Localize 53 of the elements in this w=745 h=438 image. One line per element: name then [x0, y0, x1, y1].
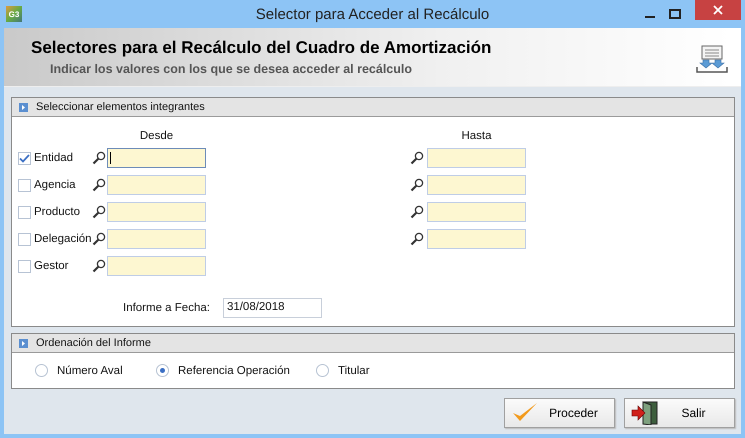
collapse-icon[interactable]	[19, 102, 28, 112]
input-field[interactable]	[107, 148, 206, 168]
checkbox[interactable]	[18, 232, 31, 246]
panel-title: Seleccionar elementos integrantes	[36, 101, 205, 113]
checkbox[interactable]	[18, 178, 31, 192]
input-field[interactable]	[107, 175, 206, 195]
field-label: Producto	[33, 206, 80, 218]
maximize-icon[interactable]	[669, 9, 681, 19]
checkbox[interactable]	[18, 260, 31, 272]
radio-label[interactable]: Referencia Operación	[178, 364, 290, 376]
proceed-button[interactable]: Proceder	[504, 398, 615, 428]
document-download-icon	[695, 45, 729, 75]
search-icon[interactable]	[410, 232, 424, 246]
input-field[interactable]	[427, 175, 526, 195]
search-icon[interactable]	[410, 205, 424, 219]
input-field[interactable]	[107, 229, 206, 249]
field-label: Delegación	[33, 233, 92, 245]
radio-button[interactable]	[316, 364, 329, 377]
search-icon[interactable]	[410, 151, 424, 165]
close-button[interactable]	[695, 0, 741, 20]
checkbox[interactable]	[18, 206, 31, 218]
header-subtitle: Indicar los valores con los que se desea acceder al recálculo	[49, 62, 413, 76]
column-header: Desde	[138, 130, 174, 143]
exit-door-icon	[631, 401, 659, 425]
field-label: Gestor	[33, 260, 69, 272]
field-label: Agencia	[33, 179, 76, 191]
radio-label[interactable]: Número Aval	[57, 364, 123, 376]
date-field[interactable]: 31/08/2018	[222, 298, 322, 318]
collapse-icon[interactable]	[19, 338, 28, 348]
app-icon: G3	[6, 6, 22, 22]
search-icon[interactable]	[410, 178, 424, 192]
window-title: Selector para Acceder al Recálculo	[256, 6, 490, 22]
search-icon[interactable]	[92, 232, 106, 246]
input-field[interactable]	[427, 229, 526, 249]
input-field[interactable]	[427, 148, 526, 168]
checkbox[interactable]	[18, 152, 31, 164]
exit-button[interactable]: Salir	[624, 398, 735, 428]
input-field[interactable]	[427, 202, 526, 222]
header-title: Selectores para el Recálculo del Cuadro de Amortización	[31, 38, 492, 58]
radio-button[interactable]	[156, 364, 169, 377]
panel-title: Ordenación del Informe	[36, 337, 151, 349]
column-header: Hasta	[460, 130, 493, 143]
search-icon[interactable]	[92, 151, 106, 165]
field-label: Entidad	[33, 152, 74, 164]
radio-button[interactable]	[35, 364, 48, 377]
field-label: Informe a Fecha:	[123, 302, 210, 314]
search-icon[interactable]	[92, 205, 106, 219]
search-icon[interactable]	[92, 259, 106, 273]
input-field[interactable]	[107, 202, 206, 222]
radio-label[interactable]: Titular	[338, 364, 370, 376]
input-field[interactable]	[107, 256, 206, 276]
close-icon	[713, 5, 723, 15]
search-icon[interactable]	[92, 178, 106, 192]
